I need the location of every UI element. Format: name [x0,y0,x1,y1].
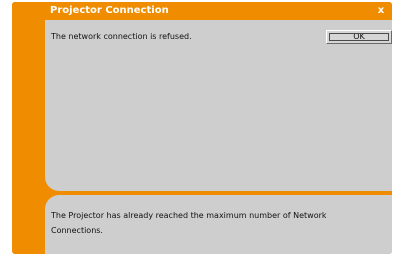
projector-connection-dialog: Projector Connection x The network conne… [12,2,392,254]
close-icon[interactable]: x [375,5,387,17]
dialog-title: Projector Connection [50,5,169,16]
error-message: The network connection is refused. [51,32,192,41]
detail-message: The Projector has already reached the ma… [51,211,327,235]
detail-panel: The Projector has already reached the ma… [45,195,392,254]
title-bar: Projector Connection x [12,2,392,20]
message-panel: The network connection is refused. OK [45,20,392,191]
ok-button[interactable]: OK [326,30,392,44]
